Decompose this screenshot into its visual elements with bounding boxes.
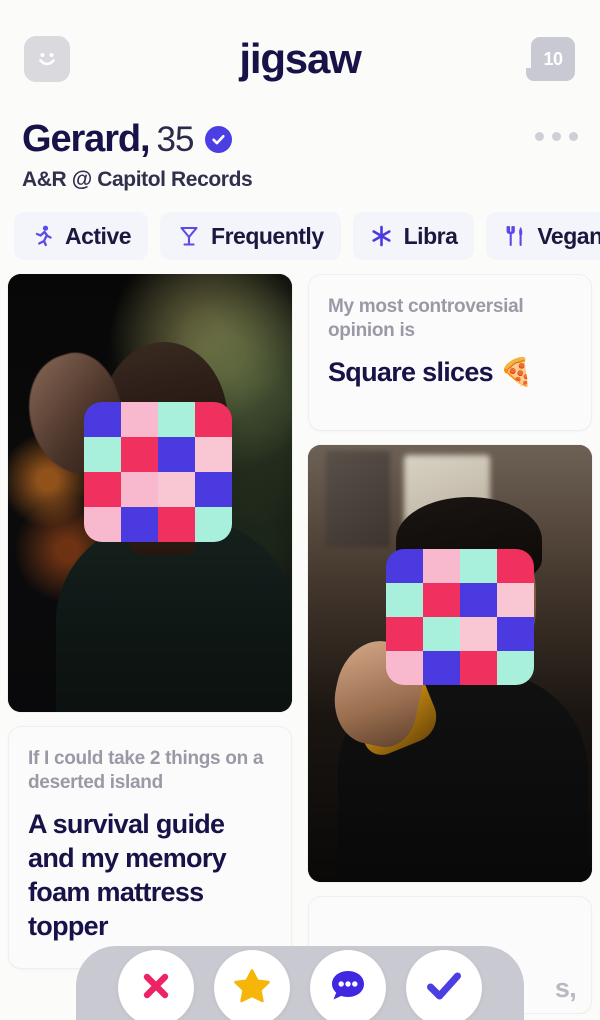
jigsaw-piece [195,402,232,444]
profile-feed[interactable]: If I could take 2 things on a deserted i… [0,274,600,1014]
fork-knife-icon [503,223,527,249]
profile-tagline: A&R @ Capitol Records [22,168,253,191]
jigsaw-piece [386,548,431,590]
app-logo: jigsaw [239,35,361,82]
dot [535,132,544,141]
jigsaw-piece [386,616,431,658]
dot [569,132,578,141]
jigsaw-piece [195,472,232,514]
prompt-question: My most controversial opinion is [328,296,524,342]
jigsaw-piece [158,472,203,514]
more-options-icon[interactable] [535,132,578,141]
jigsaw-face-mask [84,402,232,542]
jigsaw-piece [423,582,460,624]
feed-column-left: If I could take 2 things on a deserted i… [8,274,292,1014]
prompt-question: If I could take 2 things on a deserted i… [28,748,264,794]
chat-bubble-icon[interactable]: 10 [526,36,576,82]
running-person-icon [31,223,55,249]
jigsaw-piece [121,402,158,444]
check-icon [423,965,465,1012]
cocktail-glass-icon [177,223,201,249]
photo-wall-frame [326,450,390,547]
pass-button[interactable] [118,950,194,1020]
jigsaw-piece [386,582,431,624]
jigsaw-piece [423,616,460,658]
profile-name: Gerard, [22,118,151,160]
x-icon [137,967,175,1010]
chip-frequently[interactable]: Frequently [160,212,341,260]
dot [552,132,561,141]
profile-photo-bar-drink[interactable] [308,444,592,883]
chat-badge-count: 10 [543,48,563,69]
feed-column-right: My most controversial opinion is Square … [308,274,592,1014]
profile-identity: Gerard, 35 A&R @ Capitol Records [0,118,600,192]
jigsaw-piece [497,616,534,658]
like-button[interactable] [406,950,482,1020]
sparkle-asterisk-icon [370,223,394,249]
jigsaw-piece [423,548,460,590]
jigsaw-face-mask [386,548,534,685]
star-icon [232,966,272,1011]
jigsaw-piece [121,507,158,542]
profile-age: 35 [156,119,194,159]
verified-check-icon [205,126,233,153]
profile-photo-night-street[interactable] [8,274,292,712]
name-row: Gerard, 35 [22,118,578,161]
jigsaw-piece [460,548,505,590]
chat-dots-icon [328,966,368,1011]
attribute-chip-row[interactable]: Active Frequently Libra Vegan [0,212,600,260]
prompt-card[interactable]: My most controversial opinion is Square … [308,274,592,431]
jigsaw-piece [497,548,534,590]
jigsaw-piece [423,650,460,685]
jigsaw-piece [121,437,158,479]
smiley-icon[interactable] [24,36,70,82]
chip-label: Active [65,222,132,249]
superlike-button[interactable] [214,950,290,1020]
jigsaw-piece [158,507,203,542]
chip-label: Libra [403,222,458,249]
jigsaw-piece [84,437,129,479]
chip-vegan[interactable]: Vegan [486,212,600,260]
jigsaw-piece [460,650,505,685]
jigsaw-piece [497,582,534,624]
jigsaw-piece [84,402,129,444]
dating-profile-screen: jigsaw 10 Gerard, 35 A&R @ Capitol Recor… [0,0,600,1020]
jigsaw-piece [158,402,203,444]
message-button[interactable] [310,950,386,1020]
chip-libra[interactable]: Libra [352,212,475,260]
background-overflow-text: s, [554,973,577,1003]
jigsaw-piece [497,650,534,685]
prompt-answer: A survival guide and my memory foam matt… [28,808,227,942]
prompt-card[interactable]: If I could take 2 things on a deserted i… [8,726,292,969]
jigsaw-piece [121,472,158,514]
action-bar [76,946,524,1020]
prompt-answer: Square slices 🍕 [328,356,533,387]
chip-label: Vegan [537,222,600,249]
chip-active[interactable]: Active [14,212,149,260]
jigsaw-piece [195,437,232,479]
jigsaw-piece [386,650,431,685]
top-bar: jigsaw 10 [0,0,600,118]
jigsaw-piece [84,507,129,542]
jigsaw-piece [460,582,505,624]
jigsaw-piece [84,472,129,514]
chip-label: Frequently [211,222,324,249]
jigsaw-piece [158,437,203,479]
jigsaw-piece [460,616,505,658]
jigsaw-piece [195,507,232,542]
